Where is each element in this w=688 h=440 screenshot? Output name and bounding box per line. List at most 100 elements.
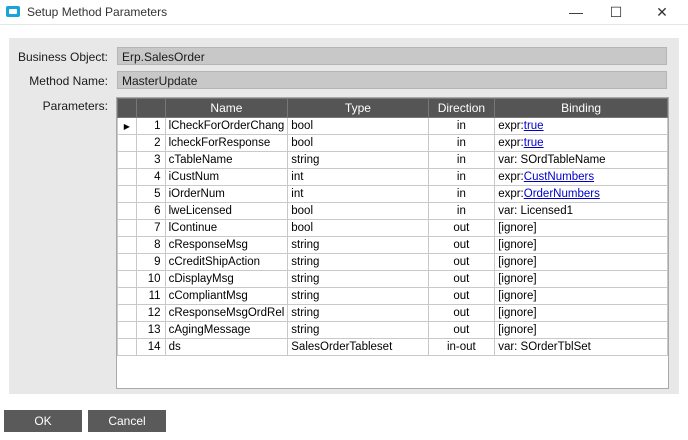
- type-cell[interactable]: int: [287, 168, 429, 186]
- table-row[interactable]: 5 iOrderNum int in expr:OrderNumbers: [117, 185, 668, 203]
- name-cell[interactable]: lContinue: [164, 219, 289, 237]
- row-number-cell[interactable]: 3: [135, 151, 166, 169]
- direction-cell[interactable]: out: [427, 270, 496, 288]
- table-row[interactable]: 2 lcheckForResponse bool in expr:true: [117, 134, 668, 152]
- row-number-cell[interactable]: 1: [135, 117, 166, 135]
- name-cell[interactable]: iCustNum: [164, 168, 289, 186]
- type-cell[interactable]: string: [287, 321, 429, 339]
- row-indicator[interactable]: [117, 151, 137, 169]
- row-indicator[interactable]: [117, 185, 137, 203]
- type-cell[interactable]: int: [287, 185, 429, 203]
- type-cell[interactable]: bool: [287, 202, 429, 220]
- business-object-field[interactable]: Erp.SalesOrder: [117, 47, 667, 65]
- direction-cell[interactable]: in-out: [427, 338, 496, 356]
- row-number-cell[interactable]: 9: [135, 253, 166, 271]
- row-indicator[interactable]: [117, 168, 137, 186]
- col-header-binding[interactable]: Binding: [494, 98, 668, 118]
- table-row[interactable]: 12 cResponseMsgOrdRel string out [ignore]: [117, 304, 668, 322]
- row-number-cell[interactable]: 4: [135, 168, 166, 186]
- table-row[interactable]: 7 lContinue bool out [ignore]: [117, 219, 668, 237]
- name-cell[interactable]: cAgingMessage: [164, 321, 289, 339]
- table-row[interactable]: 6 lweLicensed bool in var: Licensed1: [117, 202, 668, 220]
- binding-cell[interactable]: expr:true: [494, 117, 668, 135]
- name-cell[interactable]: cResponseMsg: [164, 236, 289, 254]
- binding-expression-link[interactable]: CustNumbers: [524, 171, 594, 183]
- direction-cell[interactable]: in: [427, 168, 496, 186]
- row-number-cell[interactable]: 14: [135, 338, 166, 356]
- type-cell[interactable]: SalesOrderTableset: [287, 338, 429, 356]
- type-cell[interactable]: bool: [287, 219, 429, 237]
- name-cell[interactable]: lweLicensed: [164, 202, 289, 220]
- table-row[interactable]: 11 cCompliantMsg string out [ignore]: [117, 287, 668, 305]
- binding-cell[interactable]: [ignore]: [494, 236, 668, 254]
- method-name-field[interactable]: MasterUpdate: [117, 71, 667, 89]
- binding-cell[interactable]: [ignore]: [494, 270, 668, 288]
- name-cell[interactable]: lcheckForResponse: [164, 134, 289, 152]
- name-cell[interactable]: cDisplayMsg: [164, 270, 289, 288]
- binding-cell[interactable]: expr:CustNumbers: [494, 168, 668, 186]
- name-cell[interactable]: lCheckForOrderChang: [164, 117, 289, 135]
- name-cell[interactable]: cCompliantMsg: [164, 287, 289, 305]
- row-number-cell[interactable]: 10: [135, 270, 166, 288]
- row-indicator[interactable]: [117, 304, 137, 322]
- type-cell[interactable]: string: [287, 270, 429, 288]
- table-row[interactable]: 8 cResponseMsg string out [ignore]: [117, 236, 668, 254]
- type-cell[interactable]: string: [287, 287, 429, 305]
- row-indicator[interactable]: [117, 236, 137, 254]
- minimize-button[interactable]: —: [556, 0, 596, 24]
- row-number-cell[interactable]: 12: [135, 304, 166, 322]
- binding-cell[interactable]: [ignore]: [494, 253, 668, 271]
- direction-cell[interactable]: in: [427, 134, 496, 152]
- parameters-grid[interactable]: Name Type Direction Binding ▶ 1 lCheckForO…: [116, 97, 669, 389]
- table-row[interactable]: 9 cCreditShipAction string out [ignore]: [117, 253, 668, 271]
- name-cell[interactable]: ds: [164, 338, 289, 356]
- direction-cell[interactable]: out: [427, 304, 496, 322]
- row-indicator[interactable]: [117, 287, 137, 305]
- direction-cell[interactable]: in: [427, 202, 496, 220]
- direction-cell[interactable]: in: [427, 185, 496, 203]
- row-number-cell[interactable]: 13: [135, 321, 166, 339]
- type-cell[interactable]: string: [287, 236, 429, 254]
- row-number-cell[interactable]: 2: [135, 134, 166, 152]
- direction-cell[interactable]: out: [427, 321, 496, 339]
- close-button[interactable]: ✕: [642, 0, 682, 24]
- row-number-cell[interactable]: 11: [135, 287, 166, 305]
- table-row[interactable]: 13 cAgingMessage string out [ignore]: [117, 321, 668, 339]
- row-indicator[interactable]: [117, 338, 137, 356]
- row-indicator[interactable]: [117, 270, 137, 288]
- row-indicator[interactable]: [117, 253, 137, 271]
- binding-cell[interactable]: expr:OrderNumbers: [494, 185, 668, 203]
- row-indicator[interactable]: [117, 202, 137, 220]
- binding-cell[interactable]: var: SOrderTblSet: [494, 338, 668, 356]
- direction-cell[interactable]: in: [427, 151, 496, 169]
- name-cell[interactable]: cTableName: [164, 151, 289, 169]
- table-row[interactable]: ▶ 1 lCheckForOrderChang bool in expr:true: [117, 117, 668, 135]
- table-row[interactable]: 14 ds SalesOrderTableset in-out var: SOrderT…: [117, 338, 668, 356]
- row-number-cell[interactable]: 7: [135, 219, 166, 237]
- col-header-type[interactable]: Type: [287, 98, 429, 118]
- type-cell[interactable]: bool: [287, 134, 429, 152]
- binding-cell[interactable]: [ignore]: [494, 219, 668, 237]
- row-number-cell[interactable]: 5: [135, 185, 166, 203]
- binding-expression-link[interactable]: true: [524, 120, 544, 132]
- type-cell[interactable]: string: [287, 151, 429, 169]
- row-indicator[interactable]: [117, 134, 137, 152]
- row-number-cell[interactable]: 6: [135, 202, 166, 220]
- binding-cell[interactable]: [ignore]: [494, 304, 668, 322]
- row-indicator[interactable]: [117, 219, 137, 237]
- direction-cell[interactable]: out: [427, 287, 496, 305]
- type-cell[interactable]: string: [287, 253, 429, 271]
- table-row[interactable]: 3 cTableName string in var: SOrdTableName: [117, 151, 668, 169]
- binding-cell[interactable]: [ignore]: [494, 321, 668, 339]
- binding-cell[interactable]: [ignore]: [494, 287, 668, 305]
- binding-cell[interactable]: expr:true: [494, 134, 668, 152]
- binding-expression-link[interactable]: true: [524, 137, 544, 149]
- type-cell[interactable]: bool: [287, 117, 429, 135]
- col-header-name[interactable]: Name: [164, 98, 289, 118]
- name-cell[interactable]: cCreditShipAction: [164, 253, 289, 271]
- direction-cell[interactable]: out: [427, 253, 496, 271]
- name-cell[interactable]: cResponseMsgOrdRel: [164, 304, 289, 322]
- table-row[interactable]: 10 cDisplayMsg string out [ignore]: [117, 270, 668, 288]
- row-indicator[interactable]: ▶: [117, 117, 137, 135]
- direction-cell[interactable]: out: [427, 219, 496, 237]
